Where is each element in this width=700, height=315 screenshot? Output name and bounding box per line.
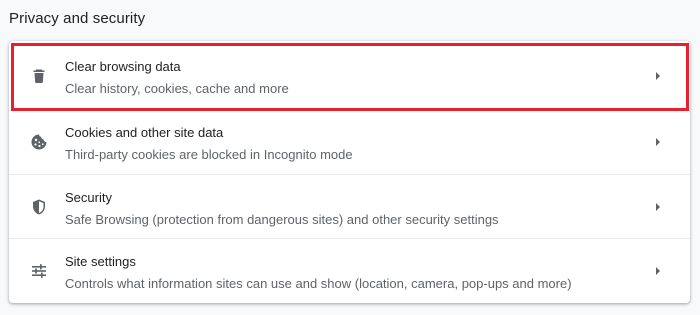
sliders-icon — [29, 261, 49, 281]
clear-browsing-data-description: Clear history, cookies, cache and more — [65, 81, 289, 96]
site-settings-row[interactable]: Site settings Controls what information … — [9, 239, 690, 303]
cookie-icon — [29, 132, 49, 152]
trash-icon — [29, 66, 49, 86]
section-title: Privacy and security — [9, 10, 146, 27]
chevron-right-icon — [654, 266, 662, 276]
chevron-right-icon — [654, 202, 662, 212]
site-settings-label: Site settings — [65, 254, 136, 269]
privacy-settings-card: Clear browsing data Clear history, cooki… — [9, 41, 690, 303]
site-settings-description: Controls what information sites can use … — [65, 276, 572, 291]
clear-browsing-data-row[interactable]: Clear browsing data Clear history, cooki… — [9, 44, 690, 108]
cookies-row[interactable]: Cookies and other site data Third-party … — [9, 110, 690, 174]
security-row[interactable]: Security Safe Browsing (protection from … — [9, 175, 690, 239]
chevron-right-icon — [654, 71, 662, 81]
cookies-label: Cookies and other site data — [65, 125, 224, 140]
chevron-right-icon — [654, 137, 662, 147]
clear-browsing-data-label: Clear browsing data — [65, 59, 181, 74]
security-description: Safe Browsing (protection from dangerous… — [65, 212, 499, 227]
cookies-description: Third-party cookies are blocked in Incog… — [65, 147, 353, 162]
shield-icon — [29, 197, 49, 217]
security-label: Security — [65, 190, 112, 205]
